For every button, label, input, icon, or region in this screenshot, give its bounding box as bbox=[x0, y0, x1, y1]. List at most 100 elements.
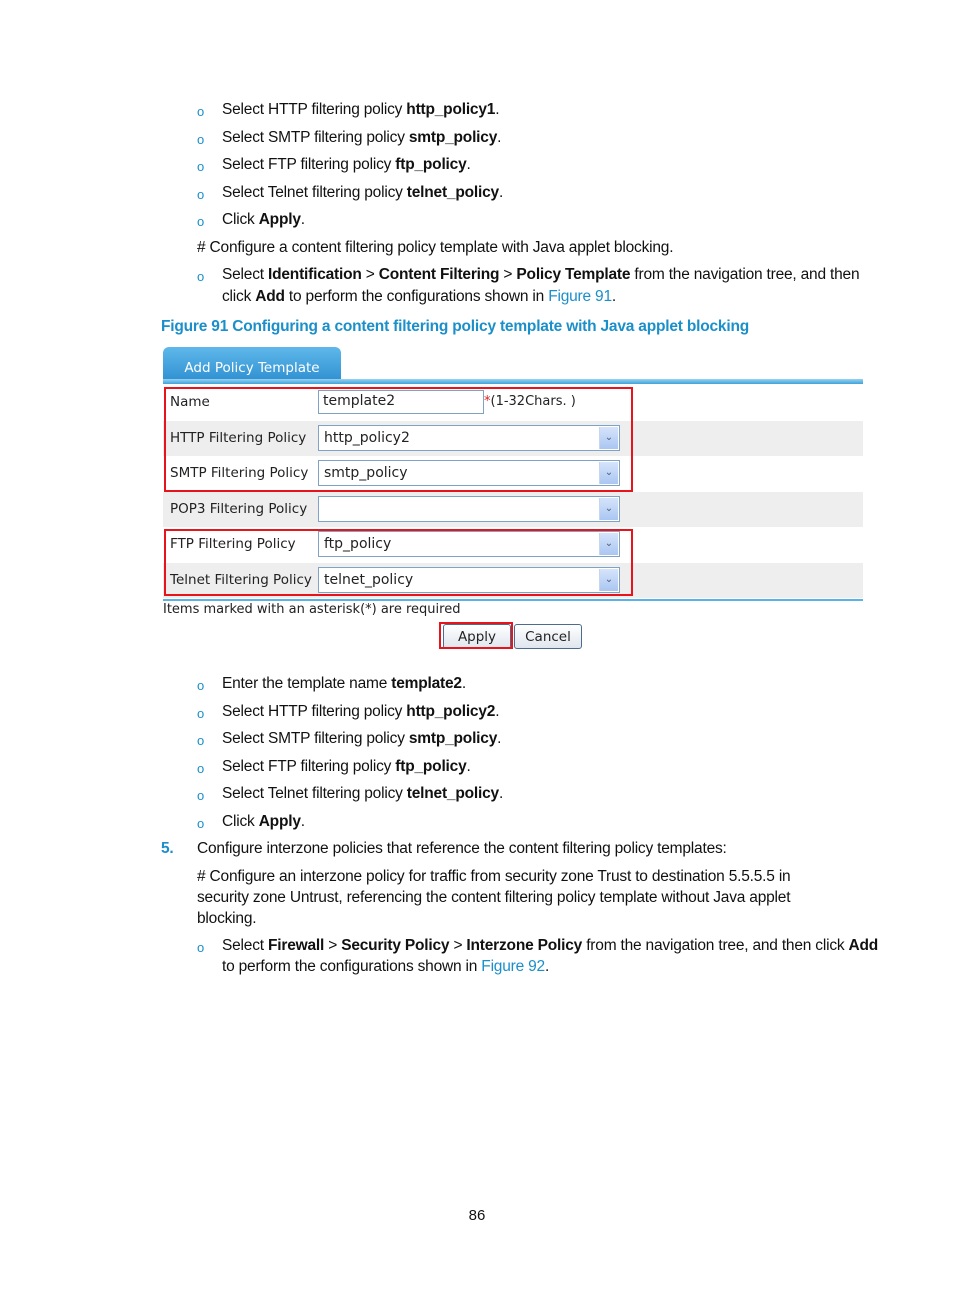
step-text: Select FTP filtering policy bbox=[222, 156, 396, 173]
telnet-policy-select[interactable]: telnet_policy ⌄ bbox=[318, 567, 620, 593]
bullet-icon: o bbox=[197, 214, 205, 229]
bullet-icon: o bbox=[197, 159, 205, 174]
tab-add-policy-template[interactable]: Add Policy Template bbox=[163, 347, 341, 382]
step-suffix: . bbox=[300, 813, 305, 830]
step-text: Click bbox=[222, 211, 259, 228]
separator: > bbox=[361, 266, 379, 283]
http-policy-select[interactable]: http_policy2 ⌄ bbox=[318, 425, 620, 451]
ftp-policy-select[interactable]: ftp_policy ⌄ bbox=[318, 531, 620, 557]
cancel-button[interactable]: Cancel bbox=[514, 624, 582, 649]
pop3-label: POP3 Filtering Policy bbox=[170, 501, 308, 517]
nav-path-identification: Identification bbox=[268, 266, 362, 283]
smtp-label: SMTP Filtering Policy bbox=[170, 465, 309, 481]
bullet-icon: o bbox=[197, 132, 205, 147]
chevron-down-icon[interactable]: ⌄ bbox=[599, 498, 618, 520]
ftp-label: FTP Filtering Policy bbox=[170, 536, 296, 552]
text: from the navigation tree, and then click bbox=[582, 937, 849, 954]
nav-path-firewall: Firewall bbox=[268, 937, 325, 954]
nav-step-line1: Select Identification > Content Filterin… bbox=[222, 264, 860, 285]
text: from the navigation tree, and then bbox=[630, 266, 860, 283]
step-text: Select HTTP filtering policy bbox=[222, 703, 407, 720]
bullet-icon: o bbox=[197, 269, 205, 284]
form-row-smtp: SMTP Filtering Policy smtp_policy ⌄ bbox=[163, 456, 863, 491]
name-label: Name bbox=[170, 394, 210, 410]
step-suffix: . bbox=[466, 156, 471, 173]
step-value: telnet_policy bbox=[406, 785, 499, 802]
add-keyword: Add bbox=[255, 288, 285, 305]
bullet-icon: o bbox=[197, 678, 205, 693]
step-value: telnet_policy bbox=[406, 184, 499, 201]
text: to perform the configurations shown in bbox=[284, 288, 549, 305]
text: . bbox=[611, 288, 616, 305]
smtp-policy-select[interactable]: smtp_policy ⌄ bbox=[318, 460, 620, 486]
step-value: template2 bbox=[391, 675, 462, 692]
step-value: http_policy2 bbox=[406, 703, 496, 720]
bullet-icon: o bbox=[197, 816, 205, 831]
chevron-down-icon[interactable]: ⌄ bbox=[599, 427, 618, 449]
step-text: Select SMTP filtering policy bbox=[222, 129, 409, 146]
step-suffix: . bbox=[300, 211, 305, 228]
step-suffix: . bbox=[498, 184, 504, 201]
step-suffix: . bbox=[466, 758, 471, 775]
interzone-nav-line1: Select Firewall > Security Policy > Inte… bbox=[222, 935, 878, 956]
list-item: Select HTTP filtering policy http_policy… bbox=[222, 99, 500, 120]
nav-step-line2: click Add to perform the configurations … bbox=[222, 286, 616, 307]
interzone-nav-line2: to perform the configurations shown in F… bbox=[222, 956, 549, 977]
list-item: Click Apply. bbox=[222, 811, 305, 832]
list-item: Select HTTP filtering policy http_policy… bbox=[222, 701, 500, 722]
bullet-icon: o bbox=[197, 706, 205, 721]
add-keyword: Add bbox=[848, 937, 879, 954]
nav-path-policy-template: Policy Template bbox=[516, 266, 631, 283]
select-value: ftp_policy bbox=[324, 536, 392, 552]
figure-title: Figure 91 Configuring a content filterin… bbox=[161, 318, 749, 335]
step-text: Select SMTP filtering policy bbox=[222, 730, 409, 747]
list-item: Select SMTP filtering policy smtp_policy… bbox=[222, 127, 501, 148]
step-value: http_policy1 bbox=[406, 101, 496, 118]
form-row-name: Name template2 *(1-32Chars. ) bbox=[163, 385, 863, 420]
step-value: smtp_policy bbox=[408, 730, 498, 747]
comment-interzone-line3: blocking. bbox=[197, 910, 257, 927]
name-input[interactable]: template2 bbox=[318, 390, 484, 414]
nav-path-security-policy: Security Policy bbox=[341, 937, 450, 954]
step-suffix: . bbox=[495, 703, 500, 720]
step-text: Select FTP filtering policy bbox=[222, 758, 396, 775]
bullet-icon: o bbox=[197, 733, 205, 748]
list-item: Select Telnet filtering policy telnet_po… bbox=[222, 783, 503, 804]
pop3-policy-select[interactable]: ⌄ bbox=[318, 496, 620, 522]
bullet-icon: o bbox=[197, 187, 205, 202]
figure-91-link[interactable]: Figure 91 bbox=[548, 288, 612, 305]
step-number: 5. bbox=[161, 840, 174, 857]
step-text: Select Telnet filtering policy bbox=[222, 785, 407, 802]
text: . bbox=[544, 958, 550, 975]
step-suffix: . bbox=[495, 101, 500, 118]
select-value: http_policy2 bbox=[324, 430, 410, 446]
separator: > bbox=[449, 937, 467, 954]
step-suffix: . bbox=[497, 730, 502, 747]
step-text: Select HTTP filtering policy bbox=[222, 101, 407, 118]
list-item: Enter the template name template2. bbox=[222, 673, 466, 694]
bullet-icon: o bbox=[197, 761, 205, 776]
tab-underline bbox=[163, 379, 863, 384]
text: click bbox=[222, 288, 256, 305]
chevron-down-icon[interactable]: ⌄ bbox=[599, 462, 618, 484]
form-row-ftp: FTP Filtering Policy ftp_policy ⌄ bbox=[163, 527, 863, 562]
chevron-down-icon[interactable]: ⌄ bbox=[599, 533, 618, 555]
step-5-text: Configure interzone policies that refere… bbox=[197, 840, 727, 857]
step-text: Enter the template name bbox=[222, 675, 392, 692]
hint-text: (1-32Chars. ) bbox=[490, 394, 576, 409]
select-value: telnet_policy bbox=[324, 572, 414, 588]
step-value: Apply bbox=[258, 813, 301, 830]
name-hint: *(1-32Chars. ) bbox=[484, 394, 576, 409]
nav-path-interzone-policy: Interzone Policy bbox=[466, 937, 583, 954]
select-value: smtp_policy bbox=[324, 465, 408, 481]
chevron-down-icon[interactable]: ⌄ bbox=[599, 569, 618, 591]
form-bottom-divider bbox=[163, 599, 863, 601]
form-row-telnet: Telnet Filtering Policy telnet_policy ⌄ bbox=[163, 563, 863, 598]
required-note: Items marked with an asterisk(*) are req… bbox=[163, 602, 461, 617]
comment-interzone-line2: security zone Untrust, referencing the c… bbox=[197, 889, 791, 906]
text: Select bbox=[222, 937, 268, 954]
step-suffix: . bbox=[461, 675, 466, 692]
list-item: Select Telnet filtering policy telnet_po… bbox=[222, 182, 503, 203]
apply-button[interactable]: Apply bbox=[443, 624, 511, 649]
figure-92-link[interactable]: Figure 92 bbox=[481, 958, 545, 975]
